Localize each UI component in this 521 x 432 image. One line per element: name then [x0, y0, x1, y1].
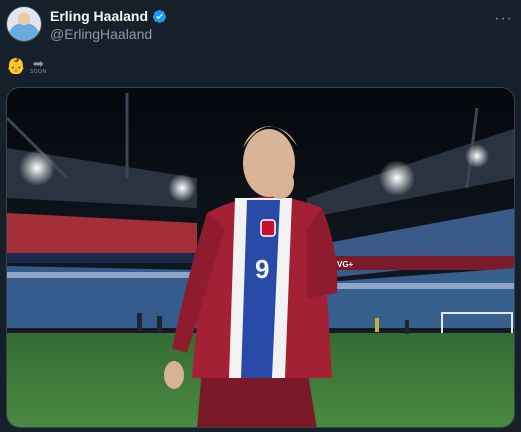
baby-emoji: 👶 — [6, 58, 26, 75]
soon-arrow-emoji: ➡ SOON — [29, 56, 47, 75]
verified-badge-icon — [152, 9, 167, 23]
tweet-photo[interactable]: 9 VG+ — [6, 87, 515, 428]
avatar[interactable] — [6, 6, 42, 42]
more-options-icon[interactable]: ··· — [494, 10, 513, 28]
author-name-row[interactable]: Erling Haaland — [50, 8, 167, 24]
photo-stadium-player: 9 VG+ — [7, 88, 514, 427]
author-name[interactable]: Erling Haaland — [50, 8, 148, 24]
right-arrow-icon: ➡ — [32, 56, 44, 71]
soon-caption: SOON — [29, 69, 47, 75]
jersey-number: 9 — [255, 254, 269, 284]
tweet-header: Erling Haaland @ErlingHaaland ··· — [6, 6, 515, 46]
ad-board-text: VG+ — [337, 260, 354, 269]
tweet-text: 👶 ➡ SOON — [6, 56, 47, 78]
author-handle[interactable]: @ErlingHaaland — [50, 26, 152, 42]
